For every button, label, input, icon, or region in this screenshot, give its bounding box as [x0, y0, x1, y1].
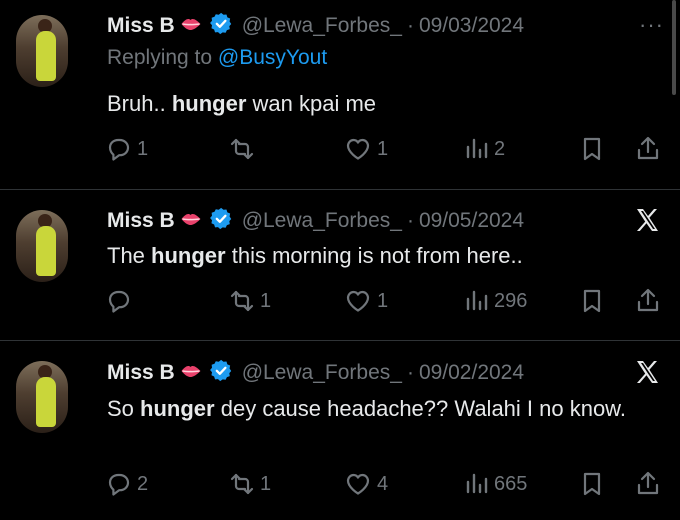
avatar[interactable] — [16, 210, 68, 282]
bookmark-icon — [583, 289, 601, 313]
repost-button[interactable]: 1 — [228, 470, 271, 498]
share-button[interactable] — [634, 287, 662, 315]
like-count: 4 — [377, 472, 389, 495]
display-name[interactable]: Miss B — [107, 361, 175, 385]
verified-badge-icon[interactable] — [208, 11, 234, 41]
tweet-text-part: wan kpai me — [252, 91, 377, 116]
repost-count: 1 — [260, 472, 272, 495]
views-count: 665 — [494, 472, 528, 495]
reply-button[interactable]: 2 — [105, 470, 148, 498]
tweet-text-part: Bruh.. — [107, 91, 166, 116]
views-button[interactable]: 296 — [462, 287, 527, 315]
avatar-figure — [36, 226, 56, 276]
reply-icon — [108, 473, 130, 496]
handle[interactable]: @Lewa_Forbes_ — [242, 361, 402, 385]
separator-dot: · — [406, 361, 414, 384]
repost-icon — [230, 290, 254, 312]
like-count: 1 — [377, 289, 389, 312]
views-count: 2 — [494, 137, 506, 160]
share-button[interactable] — [634, 135, 662, 163]
repost-button[interactable] — [228, 135, 260, 163]
views-count: 296 — [494, 289, 528, 312]
reply-button[interactable] — [105, 287, 137, 315]
like-icon — [346, 290, 370, 312]
reply-mention-link[interactable]: @BusyYout — [218, 46, 327, 69]
tweet-text: So hunger dey cause headache?? Walahi I … — [107, 393, 647, 424]
display-name[interactable]: Miss B — [107, 209, 175, 233]
views-icon — [466, 473, 488, 494]
tweet-text: The hunger this morning is not from here… — [107, 240, 647, 271]
like-icon — [346, 138, 370, 160]
more-icon[interactable]: ··· — [639, 12, 664, 38]
tweet-text-highlight: hunger — [151, 243, 226, 268]
tweet-date[interactable]: 09/05/2024 — [419, 209, 524, 233]
tweet-text-highlight: hunger — [171, 91, 247, 116]
action-bar: 2 1 4 665 — [0, 470, 680, 500]
tweet-header: Miss B @Lewa_Forbes_ · 09/03/2024 — [107, 11, 524, 41]
reply-button[interactable]: 1 — [105, 135, 148, 163]
action-bar: 1 1 2 — [0, 135, 680, 165]
share-button[interactable] — [634, 470, 662, 498]
share-icon — [637, 288, 659, 312]
like-button[interactable]: 1 — [343, 135, 388, 163]
tweet-date[interactable]: 09/02/2024 — [419, 361, 524, 385]
avatar-figure — [36, 31, 56, 81]
tweet-text-highlight: hunger — [140, 396, 215, 421]
reply-count: 2 — [137, 472, 149, 495]
like-button[interactable]: 1 — [343, 287, 388, 315]
lips-emoji-icon — [179, 15, 203, 38]
repost-button[interactable]: 1 — [228, 287, 271, 315]
bookmark-icon — [583, 137, 601, 161]
like-count: 1 — [377, 137, 389, 160]
bookmark-button[interactable] — [578, 470, 606, 498]
x-logo-icon — [634, 206, 662, 239]
tweet-text-part: this morning is not from here.. — [231, 243, 523, 268]
repost-icon — [230, 473, 254, 495]
verified-badge-icon[interactable] — [208, 206, 234, 236]
repost-icon — [230, 138, 254, 160]
tweet-header: Miss B @Lewa_Forbes_ · 09/05/2024 — [107, 206, 524, 236]
share-icon — [637, 471, 659, 495]
like-button[interactable]: 4 — [343, 470, 388, 498]
separator-dot: · — [406, 209, 414, 232]
tweet-1[interactable]: Miss B @Lewa_Forbes_ · 09/03/2024 ··· Re… — [0, 0, 680, 190]
lips-emoji-icon — [179, 210, 203, 233]
action-bar: 1 1 296 — [0, 287, 680, 317]
separator-dot: · — [406, 14, 414, 37]
like-icon — [346, 473, 370, 495]
reply-icon — [108, 138, 130, 161]
replying-to-label: Replying to — [107, 46, 213, 69]
replying-to: Replying to @BusyYout — [107, 46, 327, 70]
lips-emoji-icon — [179, 362, 203, 385]
handle[interactable]: @Lewa_Forbes_ — [242, 14, 402, 38]
handle[interactable]: @Lewa_Forbes_ — [242, 209, 402, 233]
tweet-text-part: So — [107, 396, 134, 421]
tweet-2[interactable]: Miss B @Lewa_Forbes_ · 09/05/2024 The hu… — [0, 190, 680, 340]
reply-icon — [108, 290, 130, 313]
avatar[interactable] — [16, 15, 68, 87]
avatar-figure — [36, 377, 56, 427]
display-name[interactable]: Miss B — [107, 14, 175, 38]
share-icon — [637, 136, 659, 160]
tweet-header: Miss B @Lewa_Forbes_ · 09/02/2024 — [107, 358, 524, 388]
repost-count: 1 — [260, 289, 272, 312]
tweet-text-part: dey cause headache?? Walahi I no know. — [220, 396, 626, 421]
tweet-text: Bruh.. hunger wan kpai me — [107, 88, 647, 119]
views-icon — [466, 290, 488, 311]
tweet-date[interactable]: 09/03/2024 — [419, 14, 524, 38]
views-icon — [466, 138, 488, 159]
bookmark-button[interactable] — [578, 287, 606, 315]
tweet-3[interactable]: Miss B @Lewa_Forbes_ · 09/02/2024 So hun… — [0, 341, 680, 520]
bookmark-icon — [583, 472, 601, 496]
avatar[interactable] — [16, 361, 68, 433]
x-logo-icon — [634, 358, 662, 391]
bookmark-button[interactable] — [578, 135, 606, 163]
views-button[interactable]: 2 — [462, 135, 505, 163]
reply-count: 1 — [137, 137, 149, 160]
tweet-text-part: The — [107, 243, 145, 268]
views-button[interactable]: 665 — [462, 470, 527, 498]
verified-badge-icon[interactable] — [208, 358, 234, 388]
